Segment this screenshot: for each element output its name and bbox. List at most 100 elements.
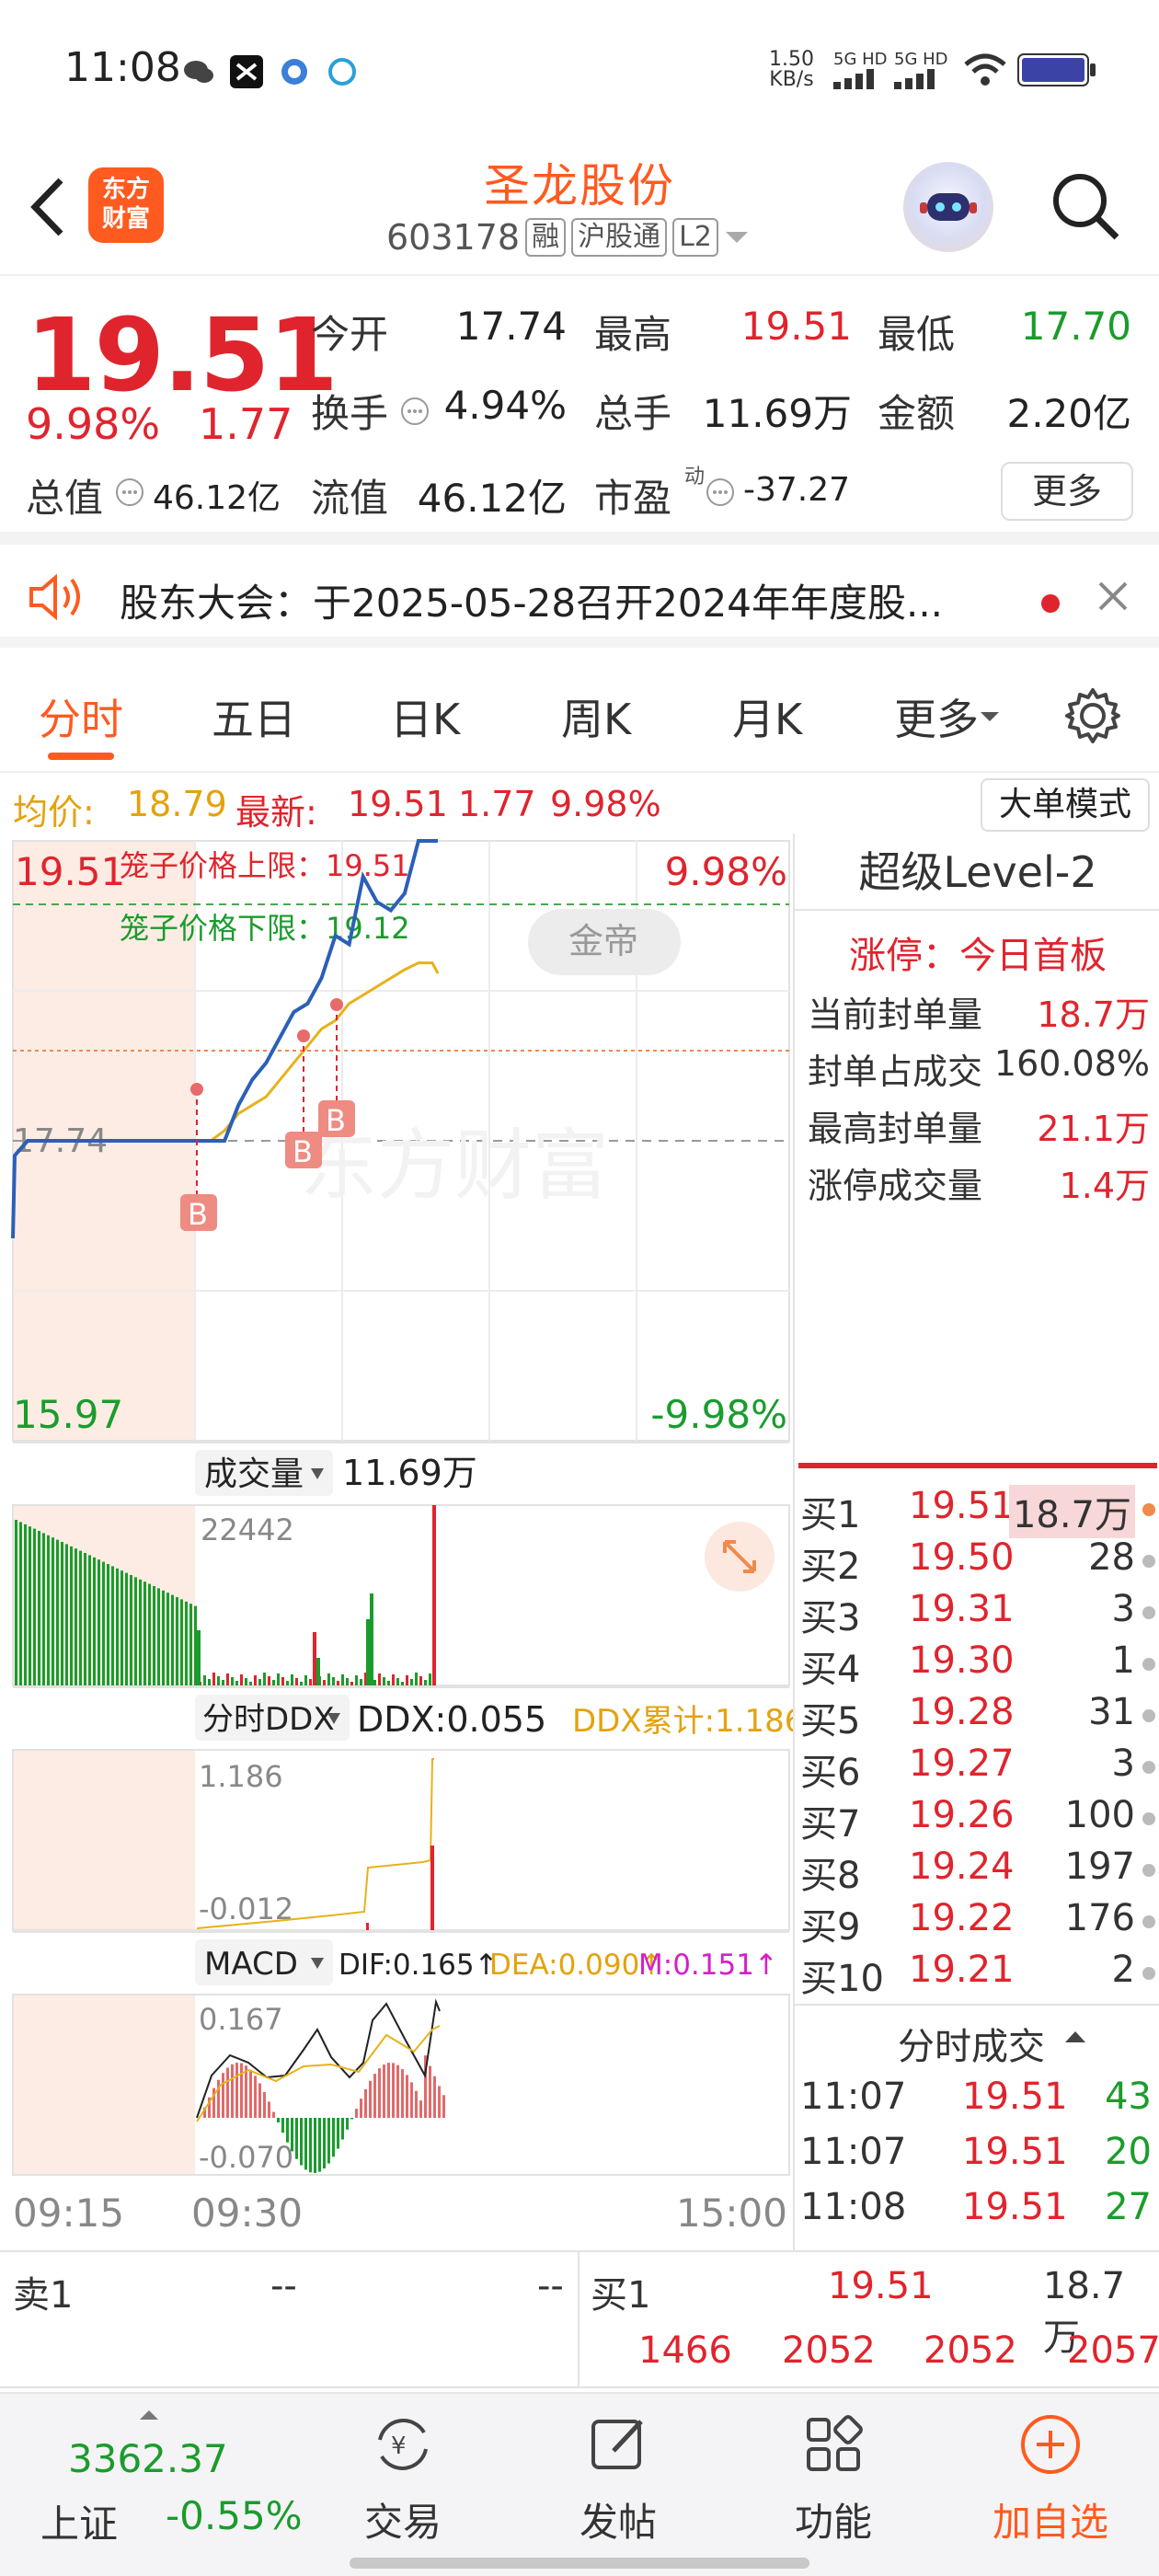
bid-dot [1142, 1658, 1155, 1671]
bid-dot [1142, 1812, 1155, 1825]
badge-text: 金帝 [568, 921, 638, 961]
info-icon[interactable] [399, 396, 430, 427]
wifi-icon [964, 53, 1006, 86]
notice-bar[interactable]: 股东大会：于2025-05-28召开2024年年度股... [0, 545, 1159, 648]
tab-weekly-k[interactable]: 周K [561, 686, 631, 747]
more-button[interactable]: 更多 [1001, 462, 1133, 521]
premarket-shade [13, 1750, 195, 1930]
tab-five-day[interactable]: 五日 [212, 686, 296, 747]
bid-row[interactable]: 买9 19.22 176 [800, 1897, 1157, 1949]
level-tag: L2 [672, 218, 718, 257]
gear-icon[interactable] [1063, 686, 1122, 745]
ticks-header[interactable]: 分时成交 [795, 2004, 1159, 2068]
margin-tag: 融 [525, 218, 567, 257]
bid-row[interactable]: 买7 19.26 100 [800, 1794, 1157, 1846]
volume-bar [185, 1601, 188, 1685]
sim2-label: 5G HD [894, 50, 948, 69]
tab-monthly-k[interactable]: 月K [732, 686, 802, 747]
volume-bar [15, 1520, 17, 1685]
stock-code-row[interactable]: 603178 融 沪股通 L2 [386, 217, 750, 258]
volume-bar [162, 1590, 165, 1685]
caret-up-icon [140, 2410, 158, 2420]
caret-down-icon [725, 232, 748, 243]
volume-bar [212, 1673, 215, 1685]
macd-bar [350, 2118, 353, 2120]
tab-daily-k[interactable]: 日K [390, 686, 460, 747]
bid-row[interactable]: 买4 19.30 1 [800, 1639, 1157, 1691]
l2-stat-label: 当前封单量 [808, 995, 983, 1035]
l2-stat-row: 涨停成交量 1.4万 [808, 1157, 1150, 1208]
active-tab-indicator [48, 753, 114, 760]
bid-row[interactable]: 买1 19.51 18.7万 [800, 1485, 1157, 1538]
l2-stat-row: 当前封单量 18.7万 [808, 986, 1150, 1037]
macd-bar [318, 2118, 321, 2172]
trade-icon: ¥ [378, 2419, 428, 2470]
sell1-price: -- [270, 2265, 297, 2307]
add-circle-icon [1021, 2415, 1080, 2474]
status-time: 11:08 [64, 44, 181, 91]
macd-bar [309, 2118, 312, 2173]
macd-min: -0.070 [199, 2140, 293, 2175]
bid-row[interactable]: 买3 19.31 3 [800, 1588, 1157, 1639]
assistant-avatar[interactable] [903, 162, 993, 252]
macd-bar [286, 2118, 289, 2143]
volume-bar [291, 1674, 293, 1685]
intraday-chart[interactable]: 东方财富 金帝 19.51 17.74 15.97 9.98% -9.98% 笼… [0, 834, 793, 2250]
sim1-signal: 5G HD [833, 50, 888, 94]
pe-superscript: 动 [684, 466, 706, 489]
nav-features[interactable]: 功能 [760, 2412, 907, 2547]
volume-bar [65, 1544, 68, 1685]
volume-bar [107, 1564, 109, 1685]
ddx-cum-value: DDX累计:1.186 [572, 1703, 793, 1740]
volume-bar [70, 1546, 73, 1685]
ticks-title: 分时成交 [898, 2026, 1045, 2068]
bid-label: 买3 [800, 1597, 861, 1639]
macd-bar [360, 2099, 362, 2118]
l2-stat-value: 18.7万 [1037, 995, 1150, 1035]
volume-bar [432, 1505, 436, 1685]
bid-price: 19.50 [909, 1536, 1015, 1579]
nav-add-watchlist[interactable]: 加自选 [977, 2412, 1124, 2547]
bid-row[interactable]: 买8 19.24 197 [800, 1846, 1157, 1897]
nav-post[interactable]: 发帖 [545, 2412, 692, 2547]
bid-label: 买7 [800, 1803, 861, 1846]
volume-bar [56, 1539, 59, 1685]
info-icon[interactable] [114, 477, 145, 508]
macd-bar [332, 2118, 335, 2157]
queue-item: 2052 [924, 2329, 1017, 2372]
bid-row[interactable]: 买6 19.27 3 [800, 1742, 1157, 1794]
bid-price: 19.24 [909, 1846, 1015, 1888]
tick-price: 19.51 [962, 2186, 1068, 2228]
latest-label: 最新: [235, 792, 317, 833]
nav-trade[interactable]: ¥ 交易 [329, 2412, 476, 2547]
macd-bar [369, 2080, 372, 2118]
volume-bar [286, 1681, 289, 1685]
bid-qty: 28 [1088, 1536, 1135, 1579]
index-value: 3362.37 [68, 2436, 228, 2481]
volume-bar [88, 1555, 91, 1685]
tick-time: 11:07 [800, 2131, 907, 2173]
tab-intraday[interactable]: 分时 [39, 686, 123, 747]
bid-row[interactable]: 买2 19.50 28 [800, 1536, 1157, 1588]
buy-marker-label: B [188, 1197, 208, 1232]
bid-row[interactable]: 买5 19.28 31 [800, 1691, 1157, 1742]
info-icon[interactable] [705, 477, 736, 508]
grid-icon [807, 2415, 863, 2471]
tab-more[interactable]: 更多 [894, 686, 1001, 747]
bid-row[interactable]: 买10 19.21 2 [800, 1949, 1157, 2000]
bid-qty: 176 [1064, 1897, 1135, 1939]
macd-bar [373, 2074, 376, 2118]
volume-max: 22442 [201, 1512, 294, 1547]
volume-bar [350, 1682, 353, 1685]
pe-label: 市盈 [594, 476, 672, 521]
float-value: 46.12亿 [417, 476, 567, 521]
macd-max: 0.167 [199, 2002, 283, 2037]
close-icon[interactable] [1095, 578, 1131, 615]
volume-bar [360, 1679, 362, 1685]
big-order-mode-button[interactable]: 大单模式 [981, 778, 1150, 832]
volume-bar [143, 1581, 146, 1685]
amount-label: 金额 [878, 391, 956, 436]
level2-title[interactable]: 超级Level-2 [795, 834, 1159, 911]
latest-pct: 9.98% [550, 784, 661, 824]
search-icon[interactable] [1049, 169, 1122, 243]
